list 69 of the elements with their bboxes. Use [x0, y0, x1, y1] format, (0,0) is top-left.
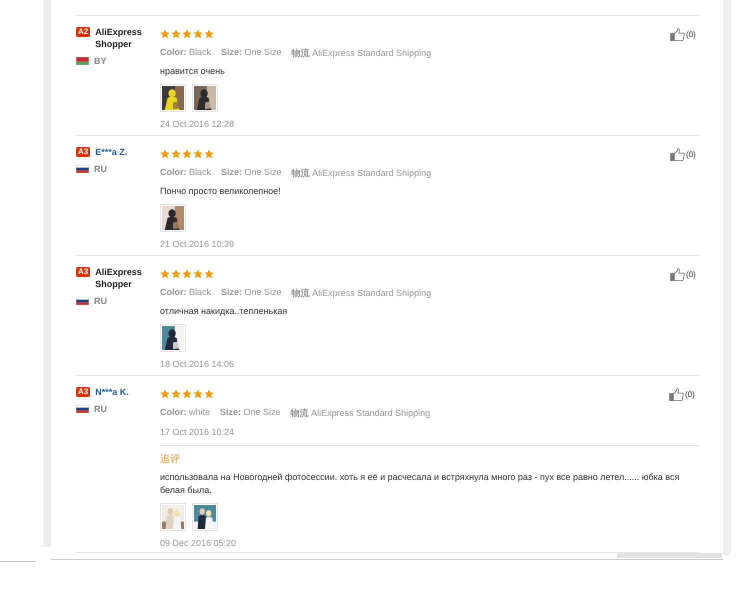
like-button[interactable]: (0) — [670, 148, 696, 161]
like-button[interactable]: (0) — [670, 268, 696, 281]
review-text: нравится очень — [160, 65, 226, 78]
review-date: 17 Oct 2016 10:24 — [160, 427, 236, 437]
reviewer-name[interactable]: N***a K. — [95, 386, 129, 398]
followup-label: 追评 — [160, 453, 181, 466]
photo-thumbnail[interactable] — [160, 204, 186, 232]
star-icon — [160, 269, 170, 279]
order-attribute: 物流 AliExpress Standard Shipping — [290, 407, 430, 420]
photo-thumbnail[interactable] — [160, 84, 186, 112]
country-code: RU — [94, 164, 107, 174]
star-icon — [182, 149, 192, 159]
star-icon — [193, 269, 203, 279]
country-code: RU — [94, 404, 107, 414]
order-attribute: 物流 AliExpress Standard Shipping — [292, 167, 432, 180]
scrollbar[interactable] — [617, 553, 722, 558]
order-attribute: Color: Black — [160, 287, 212, 299]
reviewer-name: AliExpress Shopper — [95, 266, 143, 290]
reviewer-name[interactable]: E***a Z. — [95, 146, 128, 158]
star-icon — [171, 29, 181, 39]
star-icon — [193, 149, 203, 159]
star-icon — [171, 389, 181, 399]
order-attribute: 物流 AliExpress Standard Shipping — [292, 287, 432, 300]
level-badge: A3 — [76, 267, 90, 277]
order-attribute: Size: One Size — [221, 287, 282, 299]
star-icon — [171, 269, 181, 279]
thumbs-up-icon — [669, 388, 684, 401]
order-attribute: Size: One Size — [220, 407, 281, 419]
star-icon — [182, 269, 192, 279]
thumbs-up-icon — [670, 268, 685, 281]
photo-thumbnail[interactable] — [192, 84, 218, 112]
like-button[interactable]: (0) — [669, 388, 695, 401]
photo-thumbnail[interactable] — [192, 503, 218, 531]
star-icon — [193, 29, 203, 39]
level-badge: A2 — [76, 27, 90, 37]
thumbs-up-icon — [670, 28, 685, 41]
star-icon — [171, 149, 181, 159]
level-badge: A3 — [76, 147, 90, 157]
thumbs-up-icon — [670, 148, 685, 161]
star-icon — [160, 149, 170, 159]
star-icon — [182, 389, 192, 399]
country-code: BY — [94, 56, 107, 66]
star-icon — [204, 389, 214, 399]
star-icon — [204, 269, 214, 279]
order-attribute: Size: One Size — [221, 47, 282, 59]
order-attribute: Color: Black — [160, 47, 212, 59]
order-attribute: Color: white — [160, 407, 210, 419]
review-text: отличная накидка..тепленькая — [160, 305, 288, 318]
star-icon — [204, 149, 214, 159]
order-attribute: 物流 AliExpress Standard Shipping — [292, 47, 432, 60]
review-date: 21 Oct 2016 10:39 — [160, 239, 236, 249]
review-date: 09 Dec 2016 05:20 — [160, 538, 238, 548]
review-date: 18 Oct 2016 14:06 — [160, 359, 236, 369]
photo-thumbnail[interactable] — [160, 503, 186, 531]
star-icon — [160, 389, 170, 399]
review-text: использовала на Новогодней фотосессии. хоть я её и расчесала и встряхнула много раз - пух все равно летел...... юбка вся белая была. — [160, 471, 680, 497]
level-badge: A3 — [76, 387, 90, 397]
review-date: 24 Oct 2016 12:28 — [160, 119, 236, 129]
order-attribute: Size: One Size — [221, 167, 282, 179]
review-text: Пончо просто великолепное! — [160, 185, 282, 198]
order-attribute: Color: Black — [160, 167, 212, 179]
star-icon — [182, 29, 192, 39]
photo-thumbnail[interactable] — [160, 324, 186, 352]
star-icon — [193, 389, 203, 399]
reviewer-name: AliExpress Shopper — [95, 26, 143, 50]
like-button[interactable]: (0) — [670, 28, 696, 41]
star-icon — [160, 29, 170, 39]
country-code: RU — [94, 296, 107, 306]
star-icon — [204, 29, 214, 39]
